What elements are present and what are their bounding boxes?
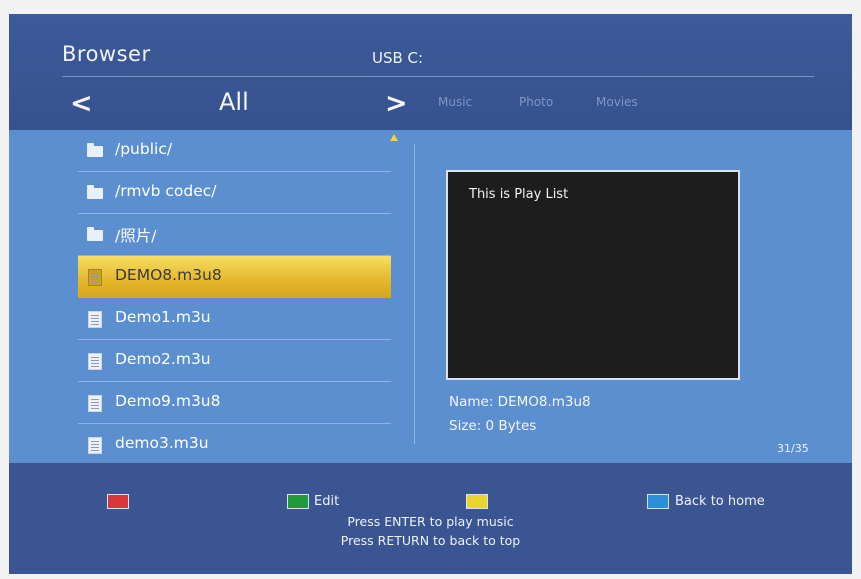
list-item[interactable]: /rmvb codec/ [78,172,391,214]
file-list: /public/ /rmvb codec/ /照片/ DEMO8.m3u8 De… [78,130,391,466]
browser-content: /public/ /rmvb codec/ /照片/ DEMO8.m3u8 De… [9,130,852,466]
playlist-file-icon [88,311,102,328]
next-category-arrow-icon[interactable]: > [385,88,408,119]
list-item[interactable]: Demo9.m3u8 [78,382,391,424]
list-item-label: /public/ [115,140,173,158]
list-item-label: Demo9.m3u8 [115,392,221,410]
green-key-button[interactable] [287,494,309,509]
tab-movies[interactable]: Movies [596,95,638,109]
edit-button[interactable]: Edit [314,494,339,509]
playlist-file-icon [88,353,102,370]
list-item[interactable]: /public/ [78,130,391,172]
category-nav: < All > Music Photo Movies [9,82,852,126]
list-item-label: Demo1.m3u [115,308,211,326]
header-divider [62,76,814,77]
list-item[interactable]: demo3.m3u [78,424,391,466]
list-item-label: demo3.m3u [115,434,209,452]
list-item-label: /照片/ [115,227,157,245]
scroll-up-icon[interactable] [390,134,398,141]
tab-photo[interactable]: Photo [519,95,553,109]
current-category: All [219,88,249,116]
app-title: Browser [62,42,151,66]
file-size-info: Size: 0 Bytes [449,418,537,434]
playlist-file-icon [88,269,102,286]
tv-screen: Browser USB C: < All > Music Photo Movie… [9,14,852,574]
preview-text: This is Play List [469,187,569,202]
hint-enter: Press ENTER to play music [347,514,514,529]
list-item[interactable]: /照片/ [78,214,391,256]
page-counter: 31/35 [777,442,809,455]
preview-panel: This is Play List [446,170,740,380]
file-name-info: Name: DEMO8.m3u8 [449,394,591,410]
yellow-key-button[interactable] [466,494,488,509]
header: Browser USB C: < All > Music Photo Movie… [9,14,852,130]
tab-music[interactable]: Music [438,95,472,109]
back-to-home-button[interactable]: Back to home [675,494,765,509]
list-item[interactable]: Demo2.m3u [78,340,391,382]
list-item-label: Demo2.m3u [115,350,211,368]
playlist-file-icon [88,395,102,412]
blue-key-button[interactable] [647,494,669,509]
device-label: USB C: [372,49,424,67]
hint-return: Press RETURN to back to top [340,533,521,548]
panel-divider [414,144,415,444]
red-key-button[interactable] [107,494,129,509]
folder-icon [87,185,103,199]
playlist-file-icon [88,437,102,454]
folder-icon [87,227,103,241]
folder-icon [87,143,103,157]
list-item[interactable]: Demo1.m3u [78,298,391,340]
list-item-label: /rmvb codec/ [115,182,217,200]
list-item-label: DEMO8.m3u8 [115,266,222,284]
prev-category-arrow-icon[interactable]: < [70,88,93,119]
footer: Edit Back to home Press ENTER to play mu… [9,463,852,574]
list-item-selected[interactable]: DEMO8.m3u8 [78,256,391,298]
